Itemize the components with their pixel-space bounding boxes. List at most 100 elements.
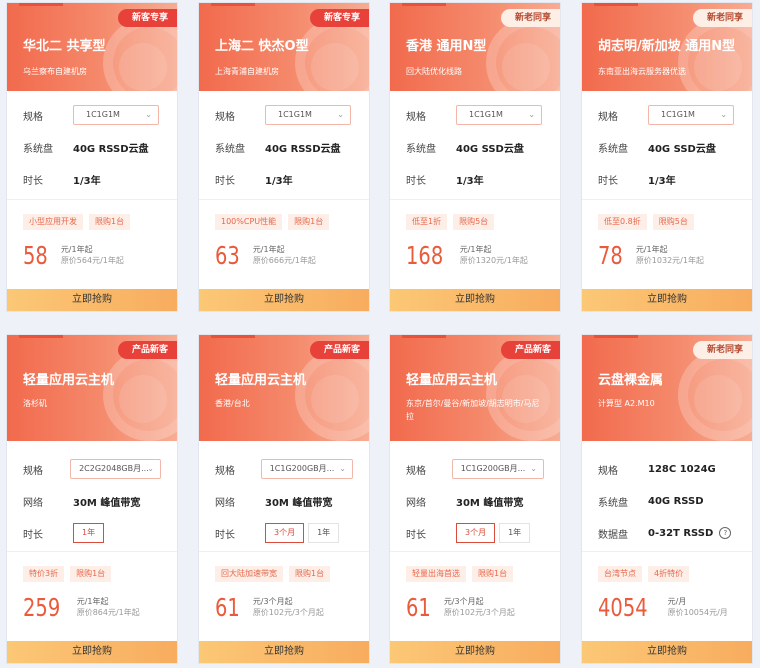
promo-badge: 新老同享	[692, 9, 752, 27]
duration-option-1y[interactable]: 1年	[73, 523, 105, 543]
duration-option-1y[interactable]: 1年	[499, 523, 531, 543]
disk-value: 40G RSSD云盘	[73, 143, 149, 155]
buy-now-button[interactable]: 立即抢购	[390, 289, 560, 311]
duration-value: 1/3年	[456, 175, 484, 187]
duration-option-3m[interactable]: 3个月	[456, 523, 496, 543]
spec-select[interactable]: 1C1G1M ⌄	[456, 105, 542, 125]
spec-select[interactable]: 1C1G1M ⌄	[265, 105, 351, 125]
buy-now-button[interactable]: 立即抢购	[7, 289, 177, 311]
spec-row: 规格 1C1G200GB月... ⌄	[406, 453, 544, 485]
spec-select[interactable]: 1C1G200GB月... ⌄	[260, 459, 353, 479]
disk-value: 40G RSSD云盘	[265, 143, 341, 155]
card-subtitle: 洛杉矶	[23, 399, 47, 408]
spec-label: 规格	[215, 465, 235, 477]
price-unit: 元/1年起	[635, 245, 668, 254]
duration-label: 时长	[598, 175, 618, 187]
card-title: 上海二 快杰O型	[215, 39, 309, 54]
spec-row: 规格 1C1G1M ⌄	[215, 99, 353, 131]
card-subtitle: 乌兰察布自建机房	[23, 67, 87, 76]
original-price: 原价864元/1年起	[76, 608, 140, 617]
spec-list: 规格 1C1G200GB月... ⌄ 网络 30M 峰值带宽 时长 3个月 1年	[199, 441, 369, 551]
spec-list: 规格 1C1G1M ⌄ 系统盘 40G SSD云盘 时长 1/3年	[582, 91, 752, 199]
network-value: 30M 峰值带宽	[265, 497, 333, 509]
spec-label: 规格	[598, 465, 618, 477]
duration-label: 时长	[406, 175, 426, 187]
price-value: 259	[23, 592, 61, 622]
card-title: 香港 通用N型	[406, 39, 487, 54]
data-disk-value: 0-32T RSSD	[648, 527, 714, 539]
duration-value: 1/3年	[265, 175, 293, 187]
spec-row: 规格 1C1G1M ⌄	[23, 99, 161, 131]
buy-now-button[interactable]: 立即抢购	[7, 641, 177, 663]
price-meta: 元/3个月起 原价102元/3个月起	[253, 596, 324, 618]
limit-tag: 限购5台	[453, 214, 495, 230]
card-header: 新老同享 胡志明/新加坡 通用N型 东南亚出海云服务器优选	[582, 3, 752, 91]
buy-now-button[interactable]: 立即抢购	[582, 641, 752, 663]
spec-select-value: 1C1G200GB月...	[460, 464, 526, 473]
card-header: 新老同享 云盘裸金属 计算型 A2.M10	[582, 335, 752, 441]
tag-list: 回大陆加速带宽 限购1台	[199, 552, 369, 583]
top-accent-bar	[402, 3, 446, 6]
card-title: 轻量应用云主机	[215, 373, 307, 388]
spec-select[interactable]: 1C1G200GB月... ⌄	[451, 459, 544, 479]
promo-badge: 产品新客	[500, 341, 560, 359]
price-meta: 元/1年起 原价1320元/1年起	[460, 244, 528, 266]
product-card: 产品新客 轻量应用云主机 洛杉矶 规格 2C2G2048GB月... ⌄ 网络 3…	[6, 334, 178, 664]
spec-row: 规格 1C1G1M ⌄	[598, 99, 736, 131]
limit-tag: 限购1台	[89, 214, 131, 230]
card-title: 轻量应用云主机	[23, 373, 115, 388]
help-icon[interactable]: ?	[719, 527, 732, 539]
card-title: 云盘裸金属	[598, 373, 664, 388]
limit-tag: 限购5台	[652, 214, 694, 230]
card-title: 轻量应用云主机	[406, 373, 498, 388]
duration-option-3m[interactable]: 3个月	[265, 523, 305, 543]
original-price: 原价1320元/1年起	[459, 256, 528, 265]
spec-select[interactable]: 1C1G1M ⌄	[73, 105, 159, 125]
product-grid: 新客专享 华北二 共享型 乌兰察布自建机房 规格 1C1G1M ⌄ 系统盘 40G…	[0, 0, 760, 668]
original-price: 原价666元/1年起	[252, 256, 316, 265]
original-price: 原价564元/1年起	[60, 256, 124, 265]
buy-now-button[interactable]: 立即抢购	[199, 641, 369, 663]
duration-label: 时长	[406, 529, 426, 541]
product-card: 新客专享 上海二 快杰O型 上海青浦自建机房 规格 1C1G1M ⌄ 系统盘 40…	[198, 2, 370, 312]
spec-list: 规格 1C1G1M ⌄ 系统盘 40G RSSD云盘 时长 1/3年	[199, 91, 369, 199]
top-accent-bar	[402, 335, 446, 338]
price-value: 63	[215, 240, 240, 270]
tag-list: 低至0.8折 限购5台	[582, 200, 752, 231]
chevron-down-icon: ⌄	[720, 110, 727, 119]
duration-option-1y[interactable]: 1年	[308, 523, 340, 543]
price-row: 259 元/1年起 原价864元/1年起	[7, 583, 177, 627]
buy-now-button[interactable]: 立即抢购	[199, 289, 369, 311]
price-meta: 元/3个月起 原价102元/3个月起	[444, 596, 515, 618]
limit-tag: 限购1台	[472, 566, 514, 582]
card-subtitle: 回大陆优化线路	[406, 67, 462, 76]
price-meta: 元/1年起 原价564元/1年起	[61, 244, 124, 266]
card-header: 产品新客 轻量应用云主机 香港/台北	[199, 335, 369, 441]
spec-list: 规格 128C 1024G 系统盘 40G RSSD 数据盘 0-32T RSS…	[582, 441, 752, 551]
card-header: 新客专享 华北二 共享型 乌兰察布自建机房	[7, 3, 177, 91]
top-accent-bar	[19, 3, 63, 6]
network-row: 网络 30M 峰值带宽	[215, 485, 353, 517]
spec-select-value: 1C1G200GB月...	[269, 464, 335, 473]
limit-tag: 限购1台	[288, 214, 330, 230]
price-value: 168	[406, 240, 444, 270]
spec-row: 规格 128C 1024G	[598, 453, 736, 485]
spec-label: 规格	[598, 111, 618, 123]
card-subtitle: 香港/台北	[215, 399, 250, 408]
price-value: 58	[23, 240, 48, 270]
product-card: 新老同享 香港 通用N型 回大陆优化线路 规格 1C1G1M ⌄ 系统盘 40G …	[389, 2, 561, 312]
spec-list: 规格 1C1G1M ⌄ 系统盘 40G SSD云盘 时长 1/3年	[390, 91, 560, 199]
buy-now-button[interactable]: 立即抢购	[390, 641, 560, 663]
spec-select-value: 1C1G1M	[86, 110, 120, 119]
tag-list: 低至1折 限购5台	[390, 200, 560, 231]
disk-row: 系统盘 40G RSSD云盘	[23, 131, 161, 163]
price-row: 78 元/1年起 原价1032元/1年起	[582, 231, 752, 275]
buy-now-button[interactable]: 立即抢购	[582, 289, 752, 311]
data-disk-row: 数据盘 0-32T RSSD ?	[598, 517, 736, 549]
feature-tag: 台湾节点	[598, 566, 642, 582]
spec-select[interactable]: 2C2G2048GB月... ⌄	[70, 459, 161, 479]
chevron-down-icon: ⌄	[528, 110, 535, 119]
spec-select[interactable]: 1C1G1M ⌄	[648, 105, 734, 125]
network-value: 30M 峰值带宽	[73, 497, 141, 509]
price-row: 63 元/1年起 原价666元/1年起	[199, 231, 369, 275]
